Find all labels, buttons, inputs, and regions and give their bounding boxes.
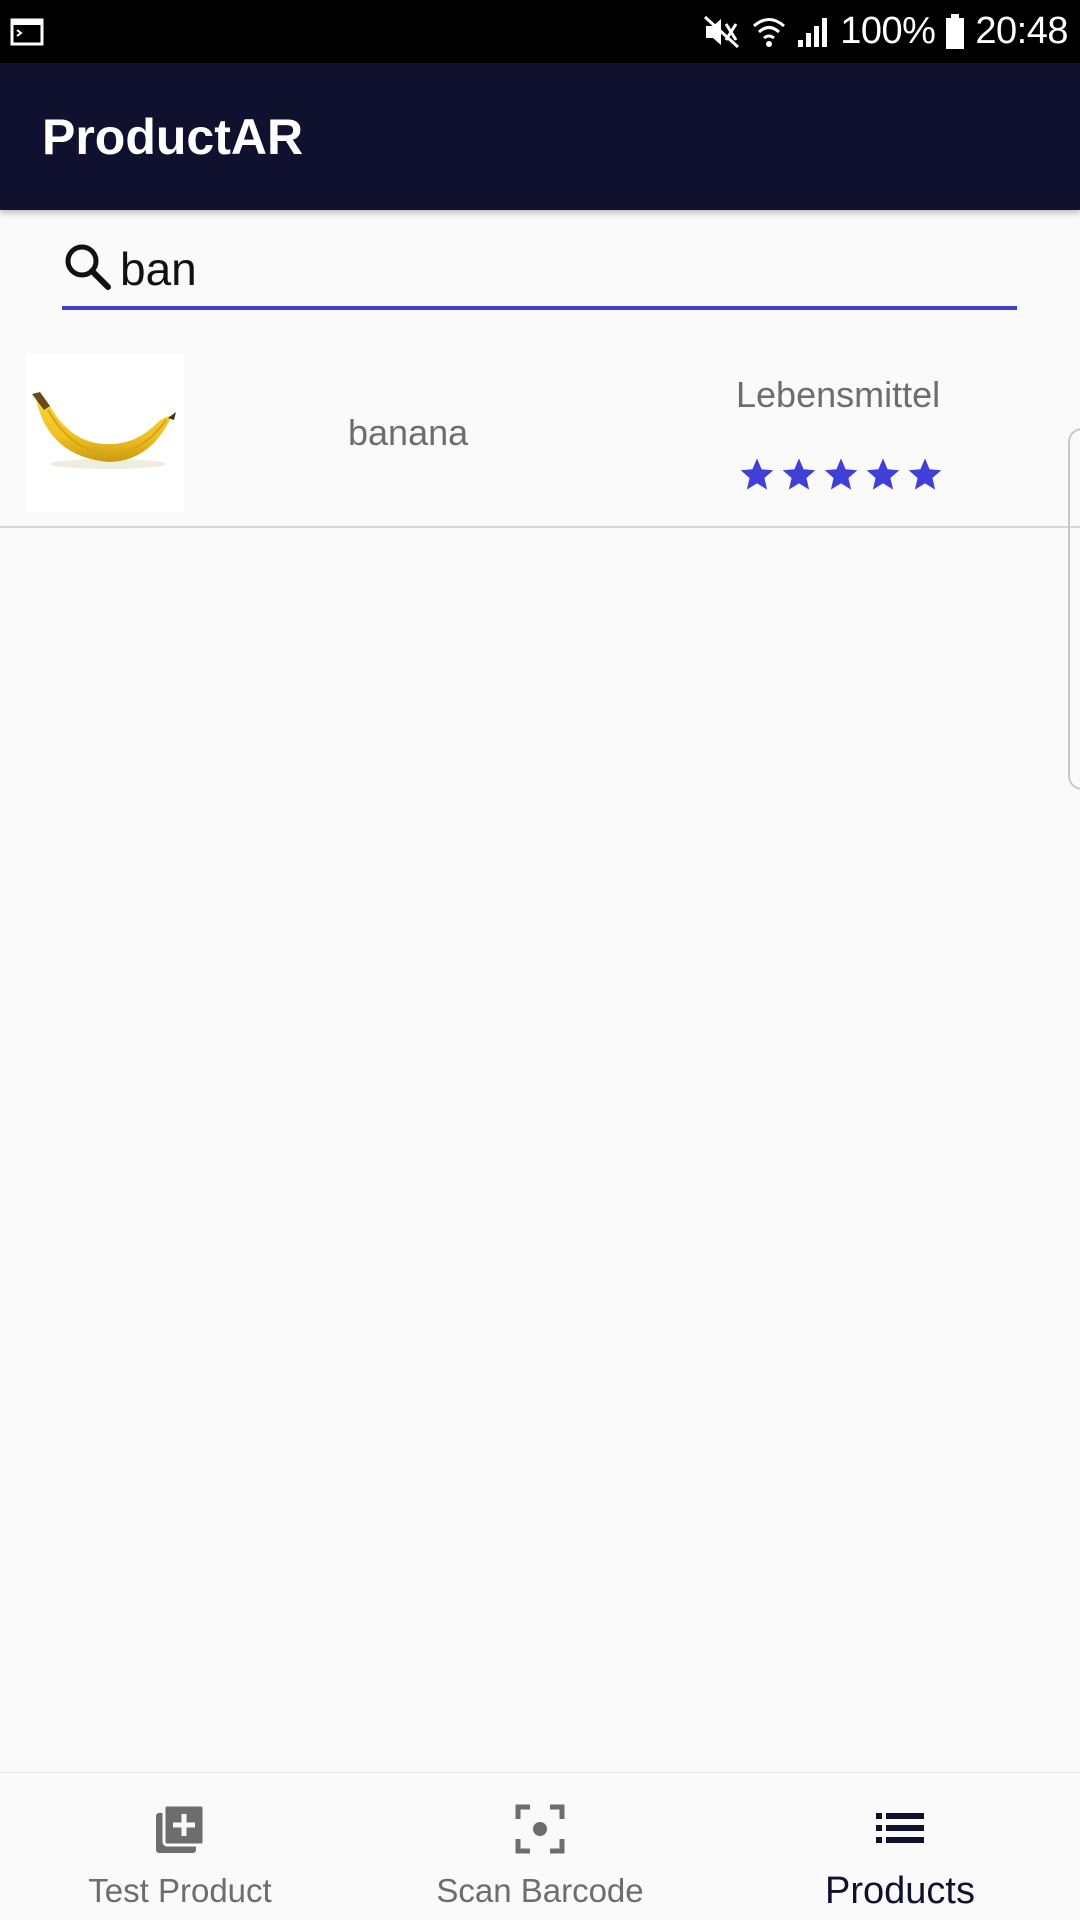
- nav-test-product[interactable]: Test Product: [0, 1773, 360, 1920]
- scan-barcode-icon: [510, 1799, 570, 1864]
- terminal-icon: [10, 18, 44, 46]
- star-icon: [740, 458, 774, 490]
- star-rating: [738, 456, 944, 494]
- app-title: ProductAR: [42, 108, 304, 165]
- signal-icon: [796, 16, 830, 48]
- nav-products[interactable]: Products: [720, 1773, 1080, 1920]
- nav-label: Test Product: [88, 1872, 272, 1909]
- search-input[interactable]: [120, 234, 1000, 304]
- search-icon: [62, 241, 120, 298]
- star-icon: [908, 458, 942, 490]
- star-icon: [782, 458, 816, 490]
- nav-label: Scan Barcode: [436, 1872, 644, 1909]
- battery-percentage: 100%: [840, 10, 936, 52]
- nav-scan-barcode[interactable]: Scan Barcode: [360, 1773, 720, 1920]
- star-icon: [824, 458, 858, 490]
- app-bar: ProductAR: [0, 63, 1080, 210]
- edge-panel-handle[interactable]: [1068, 428, 1080, 790]
- star-icon: [866, 458, 900, 490]
- product-image-banana: [26, 354, 184, 512]
- clock: 20:48: [975, 10, 1068, 52]
- product-name: banana: [348, 412, 469, 453]
- wifi-icon: [752, 15, 786, 49]
- status-bar: 100% 20:48: [0, 0, 1080, 63]
- list-icon: [870, 1799, 930, 1864]
- nav-label: Products: [825, 1870, 975, 1912]
- product-category: Lebensmittel: [736, 374, 941, 415]
- mute-icon: [702, 14, 742, 50]
- list-item[interactable]: banana Lebensmittel: [0, 352, 1080, 528]
- add-product-icon: [150, 1799, 210, 1864]
- search-bar[interactable]: [62, 232, 1017, 310]
- battery-icon: [945, 13, 965, 50]
- bottom-navigation: Test Product Scan Barcode Products: [0, 1772, 1080, 1920]
